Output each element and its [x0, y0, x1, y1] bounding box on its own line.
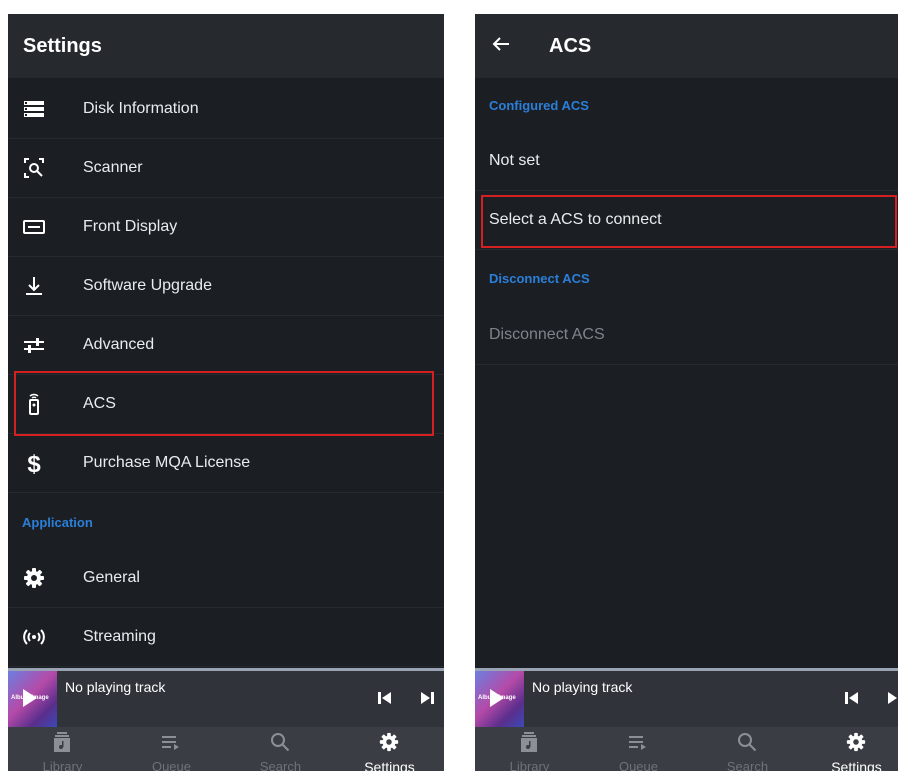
gear-icon [379, 732, 399, 752]
tab-library[interactable]: Library [475, 727, 584, 771]
mini-player[interactable]: Album Image No playing track [8, 668, 444, 727]
download-icon [26, 277, 42, 295]
tab-search[interactable]: Search [693, 727, 802, 771]
disconnect-acs-label: Disconnect ACS [489, 326, 605, 343]
tab-label: Search [259, 759, 302, 771]
search-icon [738, 733, 757, 752]
player-status: No playing track [532, 679, 633, 695]
acs-highlight-box [14, 371, 434, 436]
tab-queue[interactable]: Queue [117, 727, 226, 771]
menu-item-front-display[interactable]: Front Display [8, 198, 444, 257]
tab-library[interactable]: Library [8, 727, 117, 771]
library-icon [54, 732, 70, 752]
gear-icon [24, 568, 44, 588]
back-arrow-icon[interactable] [489, 32, 513, 56]
menu-item-advanced[interactable]: Advanced [8, 316, 444, 375]
section-header-disconnect-acs: Disconnect ACS [489, 271, 590, 286]
tab-label: Queue [151, 759, 192, 771]
queue-icon [162, 736, 179, 750]
configured-acs-label: Not set [489, 152, 540, 169]
play-icon[interactable] [490, 689, 504, 707]
display-icon [23, 220, 45, 234]
play-icon[interactable] [23, 689, 37, 707]
section-header-configured-acs: Configured ACS [489, 98, 589, 113]
menu-item-label: Purchase MQA License [83, 454, 251, 471]
configured-acs-value: Not set [475, 132, 898, 191]
mini-player[interactable]: Album Image No playing track [475, 668, 898, 727]
tab-label: Queue [618, 759, 659, 771]
tab-queue[interactable]: Queue [584, 727, 693, 771]
menu-item-label: Advanced [83, 336, 155, 353]
skip-next-icon[interactable] [885, 689, 898, 707]
acs-screen: ACS Configured ACS Not set Select a ACS … [475, 14, 898, 771]
app-bar: Settings [8, 14, 444, 78]
menu-item-software-upgrade[interactable]: Software Upgrade [8, 257, 444, 316]
skip-previous-icon[interactable] [376, 689, 394, 707]
bottom-navigation: Library Queue Search Settings [475, 727, 898, 771]
tab-label: Library [509, 759, 550, 771]
page-title: Settings [23, 35, 102, 57]
menu-item-disk-information[interactable]: Disk Information [8, 80, 444, 139]
sliders-icon [24, 338, 44, 353]
library-icon [521, 732, 537, 752]
album-art[interactable]: Album Image [8, 671, 57, 727]
album-art[interactable]: Album Image [475, 671, 524, 727]
settings-screen: Settings Disk Information Scanner Front … [8, 14, 444, 771]
page-title: ACS [549, 35, 592, 57]
tab-settings[interactable]: Settings [335, 727, 444, 771]
menu-item-label: Disk Information [83, 100, 199, 117]
skip-next-icon[interactable] [418, 689, 436, 707]
dollar-icon: $ [27, 451, 41, 475]
menu-item-purchase-mqa-license[interactable]: $ Purchase MQA License [8, 434, 444, 493]
menu-item-label: Scanner [83, 159, 143, 176]
menu-item-label: General [83, 569, 140, 586]
tab-search[interactable]: Search [226, 727, 335, 771]
section-header-application: Application [22, 515, 93, 530]
menu-item-label: Software Upgrade [83, 277, 212, 294]
disconnect-acs-item[interactable]: Disconnect ACS [475, 306, 898, 365]
svg-text:$: $ [27, 451, 41, 475]
menu-item-scanner[interactable]: Scanner [8, 139, 444, 198]
streaming-icon [23, 629, 45, 645]
app-bar: ACS [475, 14, 898, 78]
skip-previous-icon[interactable] [843, 689, 861, 707]
tab-label: Search [726, 759, 769, 771]
menu-item-streaming[interactable]: Streaming [8, 608, 444, 667]
bottom-navigation: Library Queue Search Settings [8, 727, 444, 771]
tab-label: Settings [831, 759, 882, 771]
menu-item-label: Streaming [83, 628, 156, 645]
search-icon [271, 733, 290, 752]
scan-icon [24, 158, 44, 178]
tab-label: Settings [364, 759, 415, 771]
gear-icon [846, 732, 866, 752]
tab-label: Library [42, 759, 83, 771]
queue-icon [629, 736, 646, 750]
select-acs-highlight-box [481, 195, 897, 248]
menu-item-label: Front Display [83, 218, 178, 235]
player-status: No playing track [65, 679, 166, 695]
menu-item-general[interactable]: General [8, 549, 444, 608]
list-icon [24, 101, 44, 117]
tab-settings[interactable]: Settings [802, 727, 898, 771]
